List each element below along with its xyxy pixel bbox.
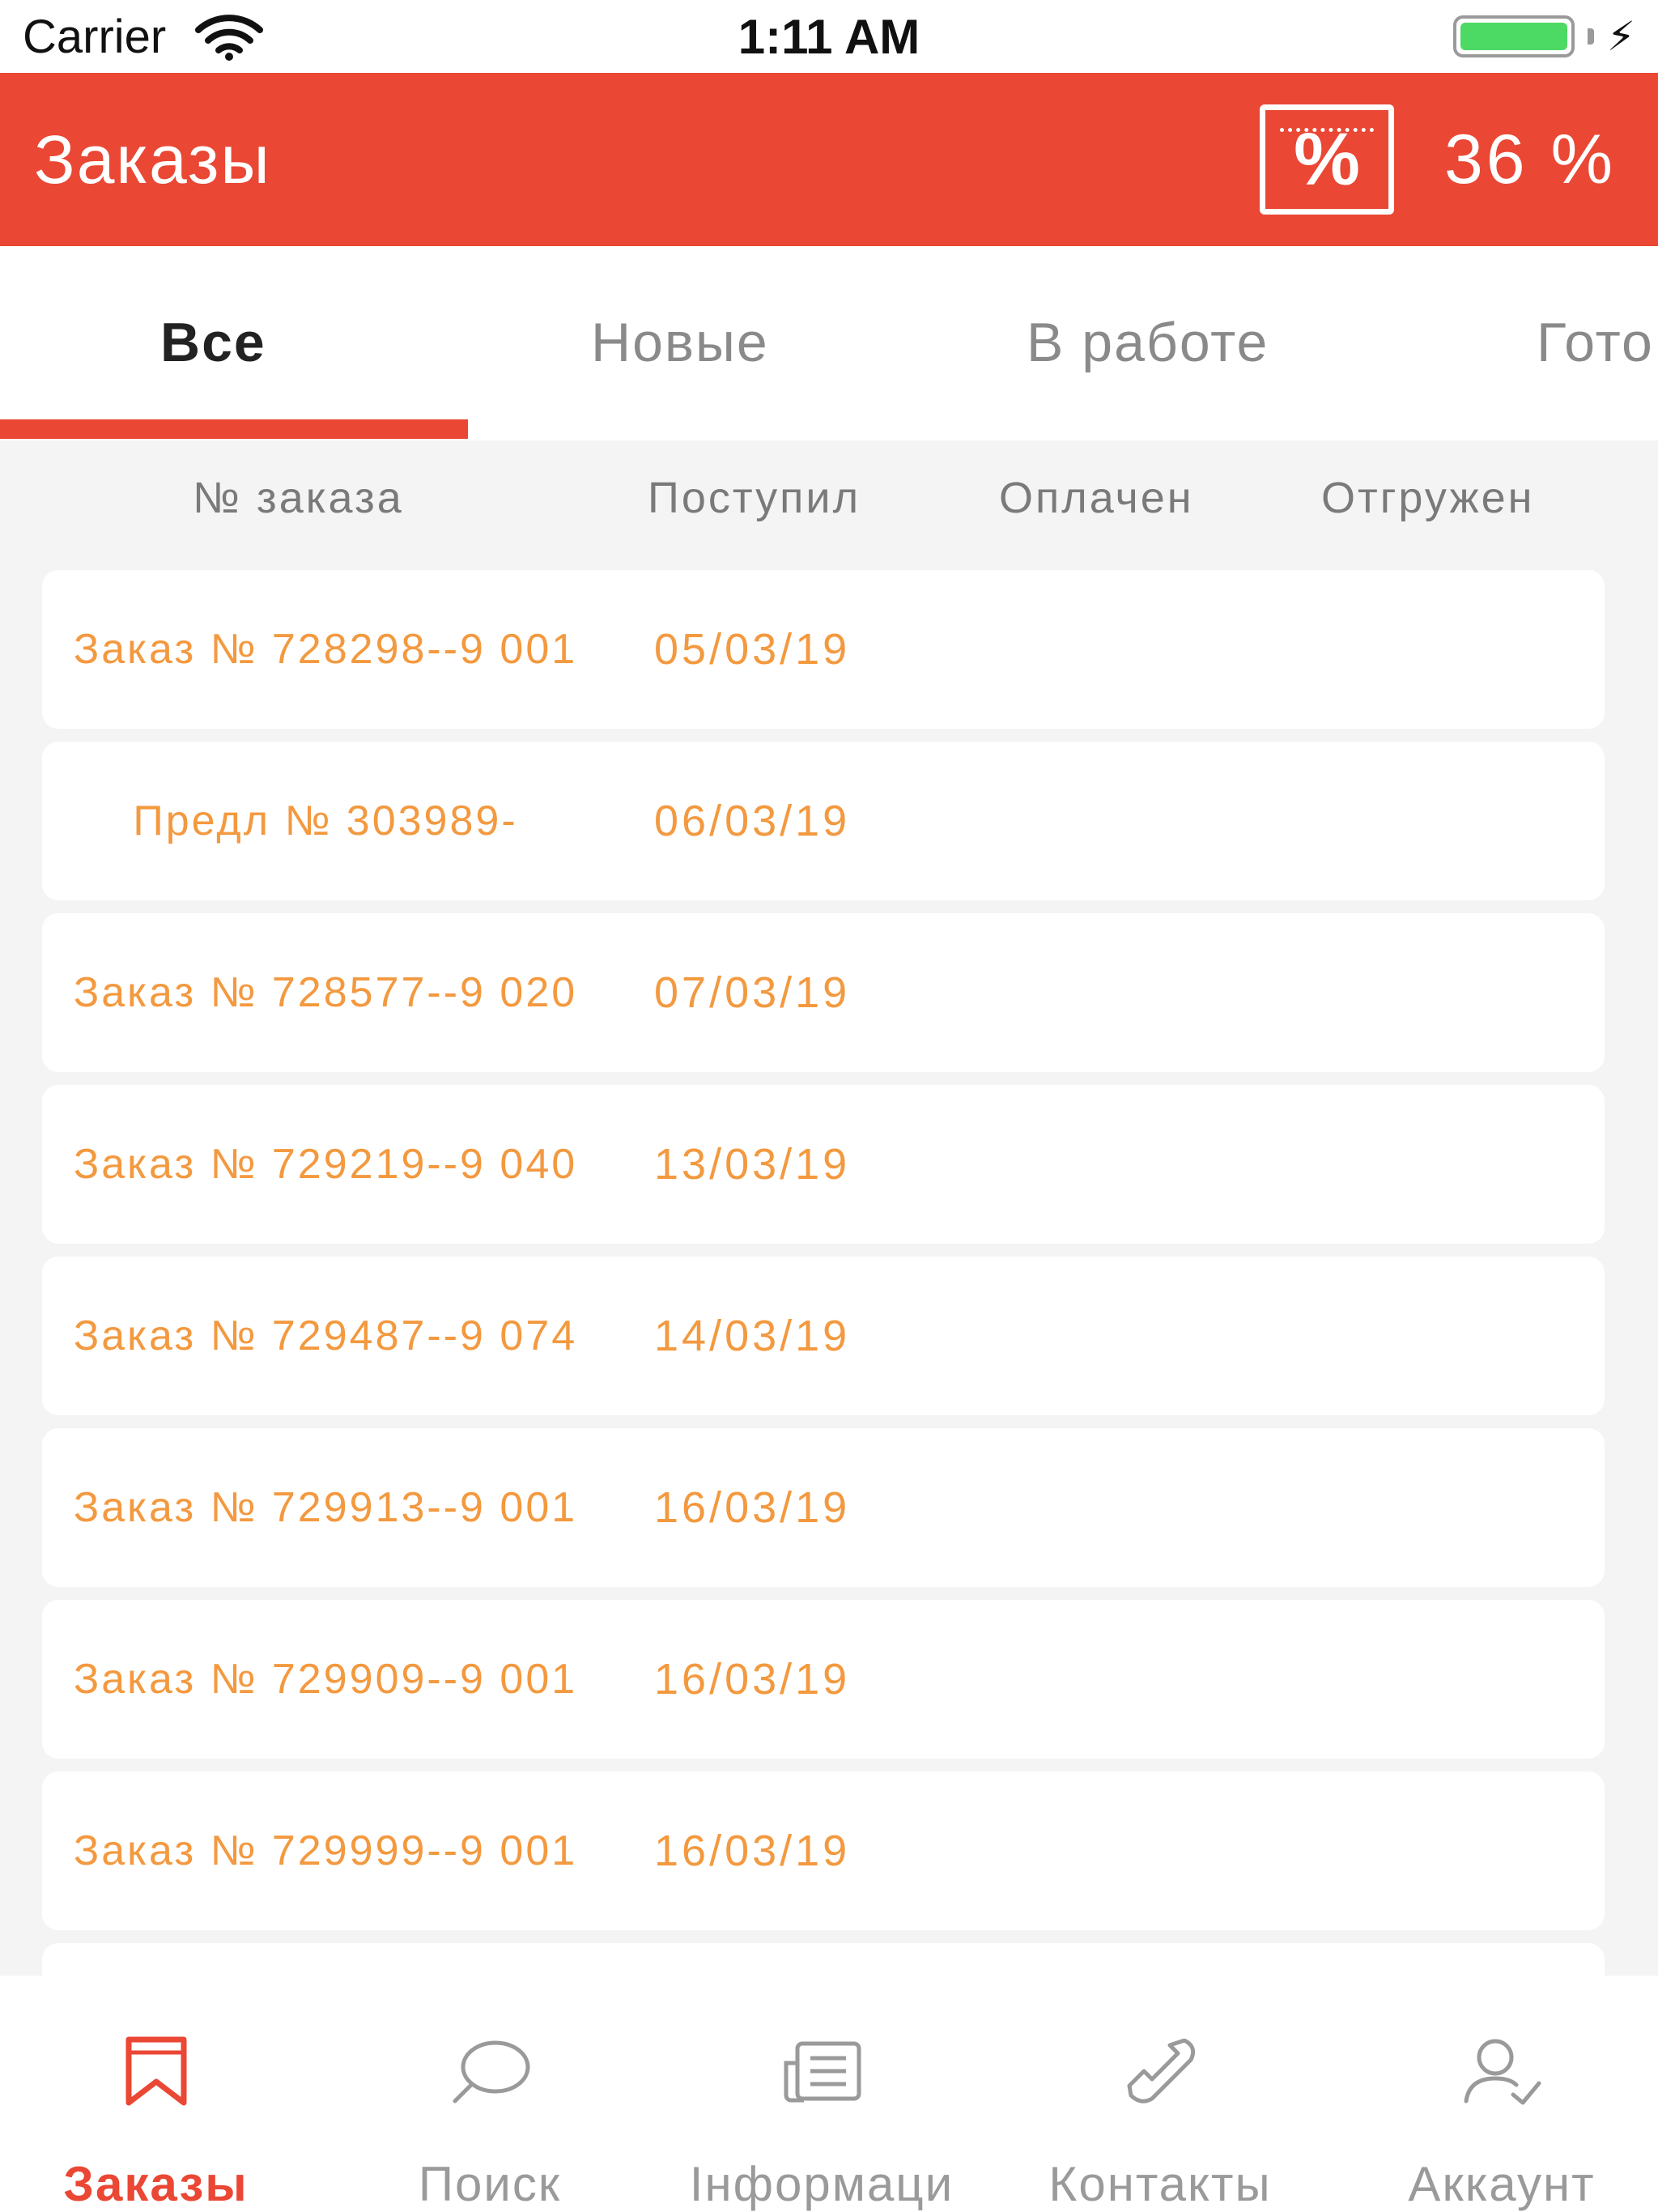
- order-name: Заказ № 729909--9 001: [73, 1656, 578, 1703]
- order-name: Заказ № 729219--9 040: [73, 1141, 578, 1188]
- tabbar-contacts[interactable]: Контакты: [1002, 1976, 1318, 2212]
- order-date: 16/03/19: [654, 1655, 851, 1704]
- tab-in-progress[interactable]: В работе: [1027, 311, 1269, 374]
- tab-all[interactable]: Все: [160, 311, 266, 374]
- carrier-label: Carrier: [23, 10, 167, 63]
- battery-icon: [1452, 15, 1575, 57]
- order-row[interactable]: Заказ № 729909--9 001 16/03/19: [42, 1600, 1605, 1759]
- tab-new[interactable]: Новые: [591, 311, 769, 374]
- tabbar-search[interactable]: Поиск: [340, 1976, 640, 2212]
- order-name: Заказ № 729999--9 001: [73, 1827, 578, 1874]
- wifi-icon: [195, 15, 264, 61]
- battery-fill: [1460, 23, 1567, 50]
- status-right: ⚡: [1452, 13, 1635, 60]
- percent-receipt-icon[interactable]: %: [1259, 104, 1394, 215]
- order-row[interactable]: Заказ № 729487--9 074 14/03/19: [42, 1257, 1605, 1415]
- order-date: 16/03/19: [654, 1483, 851, 1532]
- discount-value: 36 %: [1443, 120, 1616, 198]
- order-row[interactable]: Заказ № 729219--9 040 13/03/19: [42, 1085, 1605, 1244]
- tabbar-label: Поиск: [418, 2157, 562, 2211]
- column-header-shipped: Отгружен: [1321, 474, 1535, 522]
- order-row[interactable]: Заказ № 728298--9 001 05/03/19: [42, 570, 1605, 729]
- order-row[interactable]: Заказ № 729913--9 001 16/03/19: [42, 1428, 1605, 1587]
- charging-bolt-icon: ⚡: [1606, 14, 1635, 59]
- app-header: Заказы % 36 %: [0, 73, 1658, 246]
- order-date: 05/03/19: [654, 625, 851, 674]
- page-title: Заказы: [34, 121, 271, 198]
- bottom-tab-bar: Заказы Поиск Інформаци Контакты Аккаунт: [0, 1976, 1658, 2212]
- tabbar-label: Інформаци: [689, 2157, 954, 2211]
- order-date: 16/03/19: [654, 1827, 851, 1875]
- user-check-icon: [1453, 2027, 1550, 2114]
- order-date: 14/03/19: [654, 1312, 851, 1360]
- order-name: Заказ № 729913--9 001: [73, 1484, 578, 1531]
- order-name: Заказ № 729487--9 074: [73, 1312, 578, 1359]
- order-date: 07/03/19: [654, 968, 851, 1017]
- phone-icon: [1112, 2027, 1209, 2114]
- column-header-received: Поступил: [648, 474, 861, 522]
- order-row[interactable]: [42, 1943, 1605, 1976]
- tabbar-account[interactable]: Аккаунт: [1346, 1976, 1658, 2212]
- order-date: 13/03/19: [654, 1140, 851, 1189]
- search-icon: [441, 2027, 538, 2114]
- order-tabs: Все Новые В работе Гото: [0, 246, 1658, 440]
- bookmark-icon: [108, 2027, 205, 2114]
- order-row[interactable]: Заказ № 728577--9 020 07/03/19: [42, 913, 1605, 1072]
- tabbar-orders[interactable]: Заказы: [0, 1976, 312, 2212]
- battery-tip: [1587, 28, 1594, 45]
- order-name: Предл № 303989-: [133, 798, 518, 844]
- order-row[interactable]: Заказ № 729999--9 001 16/03/19: [42, 1772, 1605, 1930]
- document-icon: [773, 2027, 870, 2114]
- order-list: Заказ № 728298--9 001 05/03/19 Предл № 3…: [0, 567, 1658, 1976]
- order-name: Заказ № 728298--9 001: [73, 626, 578, 673]
- tabbar-label: Контакты: [1048, 2157, 1272, 2211]
- order-name: Заказ № 728577--9 020: [73, 969, 578, 1016]
- column-headers: № заказа Поступил Оплачен Отгружен: [0, 440, 1658, 567]
- column-header-paid: Оплачен: [999, 474, 1194, 522]
- order-name: [42, 1943, 609, 1976]
- order-date: 06/03/19: [654, 797, 851, 845]
- tabbar-information[interactable]: Інформаци: [648, 1976, 996, 2212]
- tabbar-label: Аккаунт: [1408, 2157, 1596, 2211]
- status-bar: Carrier 1:11 AM ⚡: [0, 0, 1658, 73]
- tabbar-label: Заказы: [63, 2157, 249, 2211]
- active-tab-indicator: [0, 419, 468, 439]
- status-left: Carrier: [23, 10, 265, 64]
- column-header-order-number: № заказа: [193, 474, 404, 522]
- tab-ready[interactable]: Гото: [1537, 311, 1654, 374]
- order-row[interactable]: Предл № 303989- 06/03/19: [42, 742, 1605, 900]
